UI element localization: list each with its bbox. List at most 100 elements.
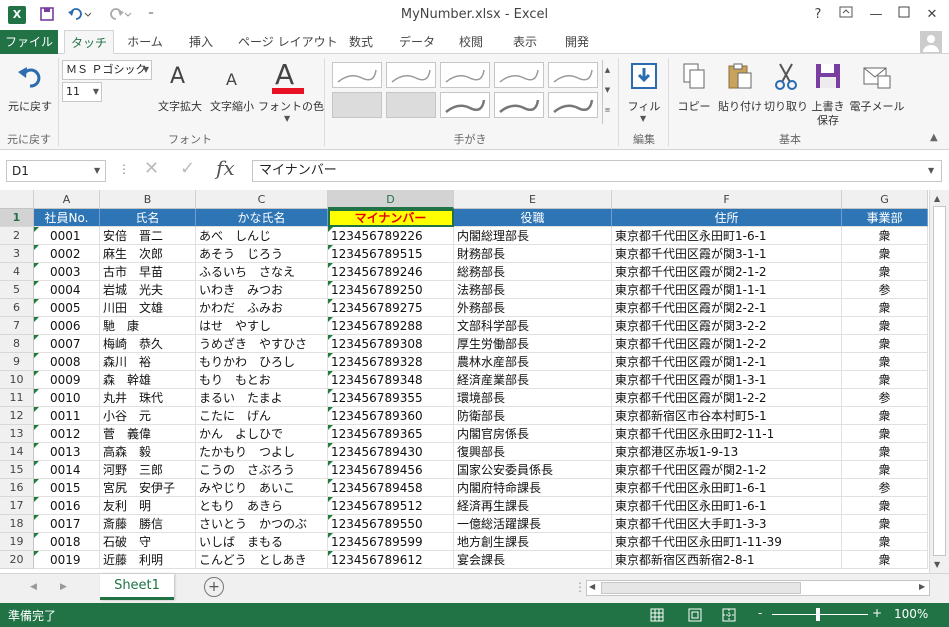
cell-c16[interactable]: みやじり あいこ — [196, 479, 328, 497]
row-header-10[interactable]: 10 — [0, 371, 34, 389]
selected-cell-d1[interactable]: マイナンバー — [328, 209, 454, 227]
cell-b15[interactable]: 河野 三郎 — [100, 461, 196, 479]
row-header-17[interactable]: 17 — [0, 497, 34, 515]
cell-e19[interactable]: 地方創生課長 — [454, 533, 612, 551]
horizontal-scroll-thumb[interactable] — [601, 582, 801, 594]
cell-d12[interactable]: 123456789360 — [328, 407, 454, 425]
user-avatar[interactable] — [920, 31, 942, 53]
cell-c15[interactable]: こうの さぶろう — [196, 461, 328, 479]
cell-c19[interactable]: いしば まもる — [196, 533, 328, 551]
cell-b12[interactable]: 小谷 元 — [100, 407, 196, 425]
vertical-scroll-thumb[interactable] — [933, 206, 946, 556]
col-header-d[interactable]: D — [328, 190, 454, 209]
cell-c3[interactable]: あそう じろう — [196, 245, 328, 263]
cancel-entry-icon[interactable]: ✕ — [144, 158, 159, 179]
cell-c20[interactable]: こんどう としあき — [196, 551, 328, 569]
cell-b16[interactable]: 宮尻 安伊子 — [100, 479, 196, 497]
cell-e11[interactable]: 環境部長 — [454, 389, 612, 407]
cell-g20[interactable]: 衆 — [842, 551, 928, 569]
cell-a4[interactable]: 0003 — [34, 263, 100, 281]
tab-view[interactable]: 表示 — [502, 30, 548, 54]
cell-g4[interactable]: 衆 — [842, 263, 928, 281]
row-header-18[interactable]: 18 — [0, 515, 34, 533]
cell-f5[interactable]: 東京都千代田区霞が関1-1-1 — [612, 281, 842, 299]
cell-e14[interactable]: 復興部長 — [454, 443, 612, 461]
row-header-7[interactable]: 7 — [0, 317, 34, 335]
cell-c2[interactable]: あべ しんじ — [196, 227, 328, 245]
cell-g15[interactable]: 衆 — [842, 461, 928, 479]
row-header-15[interactable]: 15 — [0, 461, 34, 479]
cell-d10[interactable]: 123456789348 — [328, 371, 454, 389]
confirm-entry-icon[interactable]: ✓ — [180, 158, 195, 179]
cell-e17[interactable]: 経済再生課長 — [454, 497, 612, 515]
font-size-combo[interactable]: 11 ▼ — [62, 82, 102, 102]
page-break-view-icon[interactable] — [722, 608, 736, 625]
font-color-button[interactable]: A フォントの色 ▼ — [258, 58, 324, 128]
cell-f8[interactable]: 東京都千代田区霞が関1-2-2 — [612, 335, 842, 353]
cell-b2[interactable]: 安倍 晋二 — [100, 227, 196, 245]
cell-e9[interactable]: 農林水産部長 — [454, 353, 612, 371]
cell-f6[interactable]: 東京都千代田区霞が関2-2-1 — [612, 299, 842, 317]
cell-c10[interactable]: もり もとお — [196, 371, 328, 389]
undo-quick-icon[interactable] — [66, 6, 94, 24]
close-button[interactable]: ✕ — [920, 4, 944, 26]
fill-button[interactable]: フィル ▼ — [624, 58, 664, 128]
cell-b3[interactable]: 麻生 次郎 — [100, 245, 196, 263]
col-header-f[interactable]: F — [612, 190, 842, 209]
cell-d11[interactable]: 123456789355 — [328, 389, 454, 407]
name-box[interactable]: D1 — [6, 160, 106, 182]
zoom-in-button[interactable]: + — [872, 606, 882, 620]
select-all-corner[interactable] — [0, 190, 34, 209]
cell-g9[interactable]: 衆 — [842, 353, 928, 371]
cell-f10[interactable]: 東京都千代田区霞が関1-3-1 — [612, 371, 842, 389]
header-cell-c[interactable]: かな氏名 — [196, 209, 328, 227]
cell-e18[interactable]: 一億総活躍課長 — [454, 515, 612, 533]
customize-quick-access-icon[interactable]: ⁼ — [142, 6, 160, 24]
cell-e3[interactable]: 財務部長 — [454, 245, 612, 263]
cell-f9[interactable]: 東京都千代田区霞が関1-2-1 — [612, 353, 842, 371]
next-sheet-icon[interactable]: ▶ — [60, 582, 67, 592]
gallery-scroll[interactable]: ▲ ▼ ≡ — [602, 60, 612, 124]
cell-g19[interactable]: 衆 — [842, 533, 928, 551]
row-header-1[interactable]: 1 — [0, 209, 34, 227]
cell-b6[interactable]: 川田 文雄 — [100, 299, 196, 317]
cell-f15[interactable]: 東京都千代田区霞が関2-1-2 — [612, 461, 842, 479]
cell-a7[interactable]: 0006 — [34, 317, 100, 335]
save-button[interactable]: 上書き 保存 — [808, 58, 848, 128]
row-header-5[interactable]: 5 — [0, 281, 34, 299]
tab-splitter-icon[interactable]: ⋮ — [574, 580, 586, 594]
cell-b19[interactable]: 石破 守 — [100, 533, 196, 551]
save-icon[interactable] — [38, 6, 56, 24]
row-header-12[interactable]: 12 — [0, 407, 34, 425]
header-cell-b[interactable]: 氏名 — [100, 209, 196, 227]
cell-g6[interactable]: 衆 — [842, 299, 928, 317]
cell-a18[interactable]: 0017 — [34, 515, 100, 533]
add-sheet-button[interactable]: + — [204, 577, 224, 597]
cell-d15[interactable]: 123456789456 — [328, 461, 454, 479]
cell-f13[interactable]: 東京都千代田区永田町2-11-1 — [612, 425, 842, 443]
cell-d17[interactable]: 123456789512 — [328, 497, 454, 515]
scroll-right-icon[interactable]: ▶ — [919, 582, 925, 591]
cell-b4[interactable]: 古市 早苗 — [100, 263, 196, 281]
cell-f12[interactable]: 東京都新宿区市谷本村町5-1 — [612, 407, 842, 425]
cell-f17[interactable]: 東京都千代田区永田町1-6-1 — [612, 497, 842, 515]
scroll-down-icon[interactable]: ▼ — [934, 560, 940, 569]
cut-button[interactable]: 切り取り — [764, 58, 808, 128]
header-cell-g[interactable]: 事業部 — [842, 209, 928, 227]
row-header-4[interactable]: 4 — [0, 263, 34, 281]
cell-g12[interactable]: 衆 — [842, 407, 928, 425]
cell-b5[interactable]: 岩城 光夫 — [100, 281, 196, 299]
cell-b7[interactable]: 馳 康 — [100, 317, 196, 335]
tab-file[interactable]: ファイル — [0, 30, 58, 54]
tab-page-layout[interactable]: ページ レイアウト — [234, 30, 338, 54]
cell-a14[interactable]: 0013 — [34, 443, 100, 461]
normal-view-icon[interactable] — [650, 608, 664, 625]
cell-b14[interactable]: 高森 毅 — [100, 443, 196, 461]
cell-e5[interactable]: 法務部長 — [454, 281, 612, 299]
row-header-20[interactable]: 20 — [0, 551, 34, 569]
cell-e2[interactable]: 内閣総理部長 — [454, 227, 612, 245]
paste-button[interactable]: 貼り付け — [716, 58, 764, 128]
tab-review[interactable]: 校閲 — [448, 30, 494, 54]
cell-c9[interactable]: もりかわ ひろし — [196, 353, 328, 371]
help-button[interactable]: ? — [806, 4, 830, 26]
